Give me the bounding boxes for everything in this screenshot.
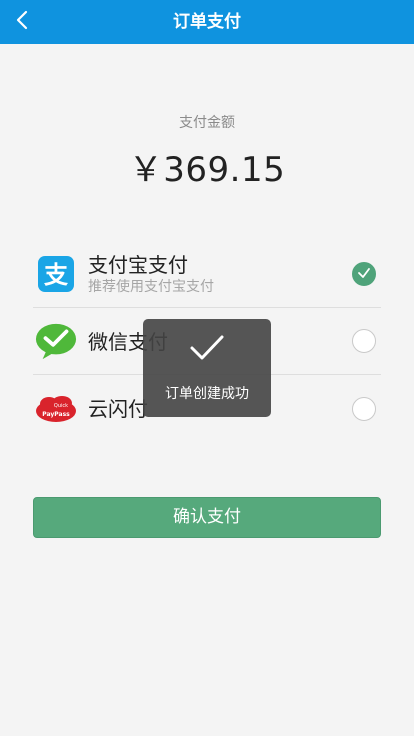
radio-unselected[interactable] — [352, 329, 376, 353]
header-bar: 订单支付 — [0, 0, 414, 44]
payment-method-alipay[interactable]: 支 支付宝支付 推荐使用支付宝支付 — [33, 241, 381, 308]
wechat-pay-icon — [35, 320, 77, 362]
amount-label: 支付金额 — [179, 115, 235, 131]
radio-selected[interactable] — [352, 262, 376, 286]
radio-unselected[interactable] — [352, 396, 376, 421]
svg-text:PayPass: PayPass — [42, 411, 70, 418]
page-title: 订单支付 — [173, 12, 241, 32]
payment-method-name: 云闪付 — [88, 396, 148, 421]
payment-method-name: 支付宝支付 — [88, 253, 188, 277]
confirm-payment-button[interactable]: 确认支付 — [33, 497, 381, 538]
payment-method-subtitle: 推荐使用支付宝支付 — [88, 279, 214, 295]
toast-message: 订单创建成功 — [165, 386, 249, 402]
checkmark-icon — [143, 333, 271, 363]
unionpay-quickpass-icon: Quick PayPass — [35, 388, 77, 430]
amount-value: ￥369.15 — [128, 150, 286, 190]
svg-text:Quick: Quick — [54, 403, 68, 409]
success-toast: 订单创建成功 — [143, 319, 271, 417]
svg-text:支: 支 — [44, 261, 69, 289]
alipay-icon: 支 — [35, 253, 77, 295]
check-icon — [357, 265, 371, 284]
